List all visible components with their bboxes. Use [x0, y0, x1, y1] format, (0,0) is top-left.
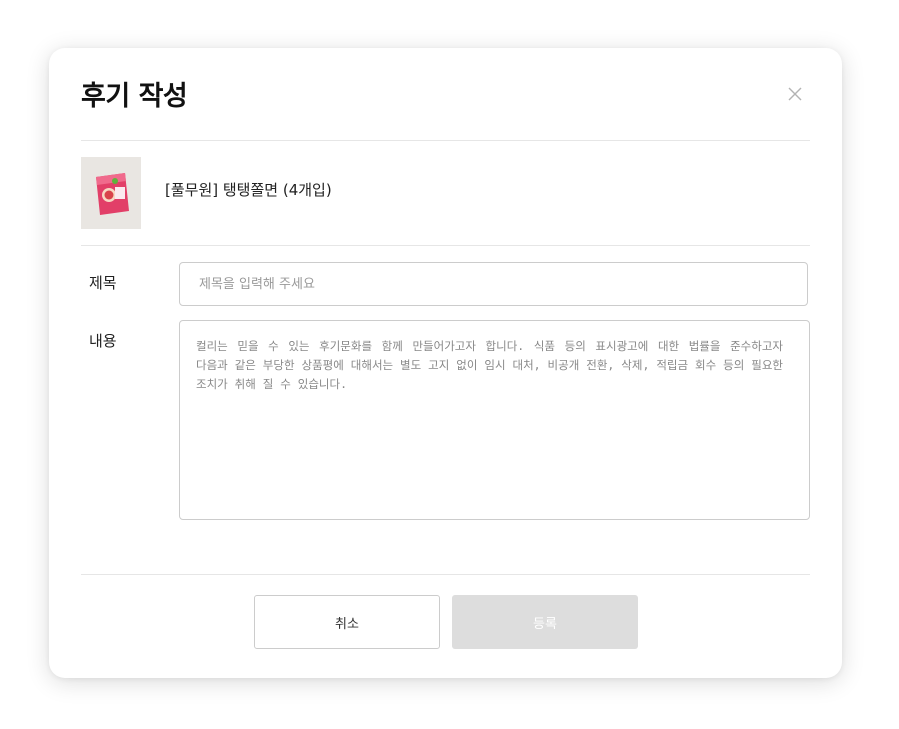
header-divider	[81, 140, 810, 141]
product-divider	[81, 245, 810, 246]
review-modal: 후기 작성 [풀무원] 탱탱쫄면 (4개입) 제목 내용 컬리는 믿을 수 있는…	[49, 48, 842, 678]
content-label: 내용	[89, 332, 117, 350]
content-placeholder: 컬리는 믿을 수 있는 후기문화를 함께 만들어가고자 합니다. 식품 등의 표…	[196, 339, 783, 391]
close-button[interactable]	[783, 82, 807, 106]
product-name: [풀무원] 탱탱쫄면 (4개입)	[165, 181, 332, 199]
title-label: 제목	[89, 274, 117, 292]
title-input[interactable]	[179, 262, 808, 306]
footer-divider	[81, 574, 810, 575]
product-thumbnail	[81, 157, 141, 229]
submit-button[interactable]: 등록	[452, 595, 638, 649]
modal-title: 후기 작성	[81, 81, 188, 112]
cancel-button[interactable]: 취소	[254, 595, 440, 649]
content-textarea[interactable]: 컬리는 믿을 수 있는 후기문화를 함께 만들어가고자 합니다. 식품 등의 표…	[179, 320, 810, 520]
product-package-image	[81, 157, 141, 229]
close-icon	[788, 87, 802, 101]
